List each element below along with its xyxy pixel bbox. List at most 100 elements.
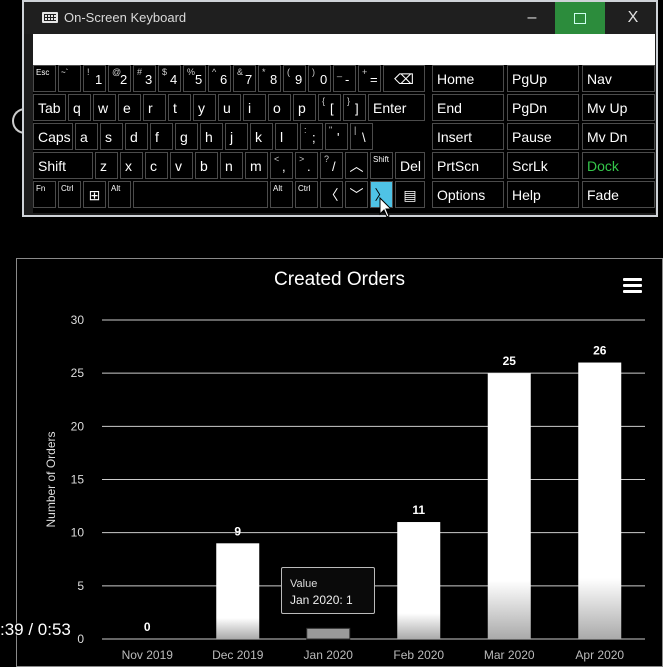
key-label: , <box>282 159 286 174</box>
key-fn[interactable]: Fn <box>33 181 56 208</box>
key-label: / <box>332 159 336 174</box>
key-e[interactable]: e <box>118 94 141 121</box>
key-space[interactable] <box>133 181 268 208</box>
key-t[interactable]: t <box>168 94 191 121</box>
key-y[interactable]: y <box>193 94 216 121</box>
key-k2[interactable]: @2 <box>108 65 131 92</box>
key-x[interactable]: x <box>120 152 143 179</box>
key-del[interactable]: Del <box>395 152 425 179</box>
key-tab[interactable]: Tab <box>33 94 66 121</box>
key-enter[interactable]: Enter <box>368 94 425 121</box>
key-shift-symbol: ) <box>312 67 315 77</box>
key-ctrl[interactable]: Ctrl <box>58 181 81 208</box>
key-q[interactable]: q <box>68 94 91 121</box>
key-s[interactable]: s <box>100 123 123 150</box>
key-period[interactable]: >. <box>295 152 318 179</box>
key-b[interactable]: b <box>195 152 218 179</box>
key-fade[interactable]: Fade <box>582 181 655 208</box>
key-k5[interactable]: % 5 <box>183 65 206 92</box>
key-h[interactable]: h <box>200 123 223 150</box>
key-rshift[interactable]: Shift <box>370 152 393 179</box>
key-comma[interactable]: <, <box>270 152 293 179</box>
key-minus[interactable]: _ - <box>333 65 356 92</box>
key-mvup[interactable]: Mv Up <box>582 94 655 121</box>
key-v[interactable]: v <box>170 152 193 179</box>
key-d[interactable]: d <box>125 123 148 150</box>
keyboard-text-field[interactable] <box>33 34 655 65</box>
close-button[interactable]: X <box>608 2 658 34</box>
key-up[interactable]: ︿ <box>345 152 368 179</box>
key-k6[interactable]: ^ 6 <box>208 65 231 92</box>
key-c[interactable]: c <box>145 152 168 179</box>
key-shift-symbol: ? <box>324 154 330 164</box>
key-shift-symbol: _ <box>337 67 343 77</box>
key-z[interactable]: z <box>95 152 118 179</box>
key-k3[interactable]: #3 <box>133 65 156 92</box>
key-k7[interactable]: & 7 <box>233 65 256 92</box>
key-left[interactable]: 〈 <box>320 181 343 208</box>
key-pause[interactable]: Pause <box>507 123 579 150</box>
key-pgup[interactable]: PgUp <box>507 65 579 92</box>
key-shift-symbol: $ <box>162 67 168 77</box>
y-tick-label: 5 <box>77 579 84 593</box>
key-r[interactable]: r <box>143 94 166 121</box>
key-prtscn[interactable]: PrtScn <box>432 152 504 179</box>
key-label: 9 <box>295 72 303 87</box>
key-home[interactable]: Home <box>432 65 504 92</box>
key-menu[interactable]: ▤ <box>395 181 425 208</box>
maximize-button[interactable] <box>555 2 605 34</box>
key-j[interactable]: j <box>225 123 248 150</box>
key-backspace[interactable]: ⌫ <box>383 65 425 92</box>
key-esc[interactable]: Esc <box>33 65 56 92</box>
key-label: 1 <box>95 72 103 87</box>
bar-feb-2020 <box>397 522 441 639</box>
key-rbracket[interactable]: }] <box>343 94 366 121</box>
key-l[interactable]: l <box>275 123 298 150</box>
key-options[interactable]: Options <box>432 181 504 208</box>
key-slash[interactable]: ? / <box>320 152 343 179</box>
key-g[interactable]: g <box>175 123 198 150</box>
x-tick-label: Feb 2020 <box>393 648 444 662</box>
key-k8[interactable]: * 8 <box>258 65 281 92</box>
key-quote[interactable]: " ' <box>325 123 348 150</box>
key-i[interactable]: i <box>243 94 266 121</box>
key-w[interactable]: w <box>93 94 116 121</box>
key-equals[interactable]: + = <box>358 65 381 92</box>
key-tilde[interactable]: ~` <box>58 65 81 92</box>
key-k[interactable]: k <box>250 123 273 150</box>
key-p[interactable]: p <box>293 94 316 121</box>
key-a[interactable]: a <box>75 123 98 150</box>
key-k4[interactable]: $4 <box>158 65 181 92</box>
key-shift[interactable]: Shift <box>33 152 93 179</box>
key-k9[interactable]: (9 <box>283 65 306 92</box>
key-ralt[interactable]: Alt <box>270 181 293 208</box>
key-pgdn[interactable]: PgDn <box>507 94 579 121</box>
key-f[interactable]: f <box>150 123 173 150</box>
key-mvdn[interactable]: Mv Dn <box>582 123 655 150</box>
key-m[interactable]: m <box>245 152 268 179</box>
key-down[interactable]: ﹀ <box>345 181 368 208</box>
key-alt[interactable]: Alt <box>108 181 131 208</box>
key-win[interactable]: ⊞ <box>83 181 106 208</box>
minimize-button[interactable]: – <box>507 2 557 34</box>
key-area: Esc ~`! 1 @2 #3 $4% 5 ^ 6 & 7 * 8(9) 0 _ - + = ⌫ Tab q w e r t y u… <box>33 65 655 213</box>
key-nav[interactable]: Nav <box>582 65 655 92</box>
key-n[interactable]: n <box>220 152 243 179</box>
key-k0[interactable]: ) 0 <box>308 65 331 92</box>
maximize-icon <box>574 12 586 24</box>
on-screen-keyboard-window[interactable]: On-Screen Keyboard – X Esc ~`! 1 @2 #3 $4% 5 ^ 6… <box>22 0 658 217</box>
key-dock[interactable]: Dock <box>582 152 655 179</box>
key-k1[interactable]: ! 1 <box>83 65 106 92</box>
key-o[interactable]: o <box>268 94 291 121</box>
key-backslash[interactable]: | \ <box>350 123 373 150</box>
key-end[interactable]: End <box>432 94 504 121</box>
key-u[interactable]: u <box>218 94 241 121</box>
key-lbracket[interactable]: {[ <box>318 94 341 121</box>
key-help[interactable]: Help <box>507 181 579 208</box>
key-rctrl[interactable]: Ctrl <box>295 181 318 208</box>
key-insert[interactable]: Insert <box>432 123 504 150</box>
key-semicolon[interactable]: :; <box>300 123 323 150</box>
key-caps[interactable]: Caps <box>33 123 73 150</box>
title-bar[interactable]: On-Screen Keyboard – X <box>24 2 656 34</box>
key-scrlk[interactable]: ScrLk <box>507 152 579 179</box>
